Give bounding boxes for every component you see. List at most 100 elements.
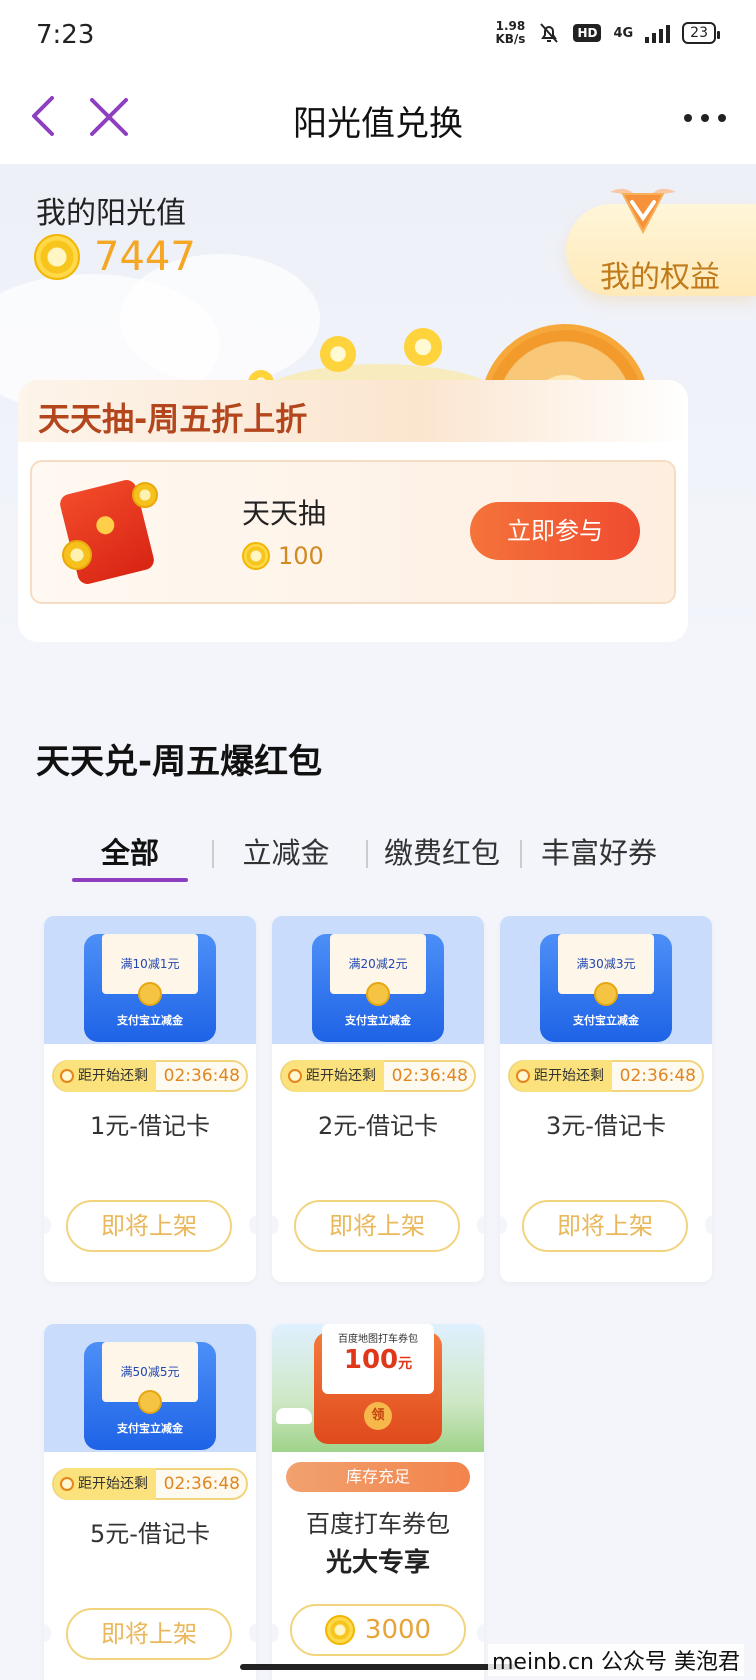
countdown-label-text: 距开始还剩	[78, 1476, 148, 1492]
countdown-label: 距开始还剩	[510, 1060, 612, 1092]
bell-off-icon	[540, 23, 559, 43]
redeem-button[interactable]: 3000	[290, 1604, 466, 1656]
tab-bill-red-packet[interactable]: 缴费红包	[372, 830, 512, 880]
daily-draw-header: 天天抽-周五折上折	[18, 380, 688, 442]
draw-cost-value: 100	[278, 542, 324, 570]
floating-coin-icon	[320, 336, 356, 372]
my-benefits-button[interactable]: 我的权益	[566, 188, 756, 296]
tab-divider	[520, 840, 522, 868]
ticket-notch	[272, 1624, 279, 1642]
clock-icon	[60, 1477, 74, 1491]
alipay-discount-label: 支付宝立减金	[117, 1422, 183, 1435]
countdown-time: 02:36:48	[163, 1474, 240, 1494]
points-balance: 7447	[34, 234, 196, 280]
nav-bar: 阳光值兑换	[0, 70, 756, 164]
coupon-art: 满10减1元 支付宝立减金	[44, 916, 256, 1044]
ticket-notch	[272, 1216, 279, 1234]
coupon-card[interactable]: 满20减2元 支付宝立减金 距开始还剩 02:36:48 2元-借记卡 即将上架	[272, 916, 484, 1282]
countdown-label: 距开始还剩	[282, 1060, 384, 1092]
countdown-label-text: 距开始还剩	[306, 1068, 376, 1084]
active-tab-indicator	[72, 878, 188, 882]
coupon-art: 满50减5元 支付宝立减金	[44, 1324, 256, 1452]
my-benefits-label: 我的权益	[600, 260, 720, 295]
coupon-name: 2元-借记卡	[318, 1112, 438, 1140]
clock-icon	[516, 1069, 530, 1083]
draw-item-name: 天天抽	[242, 497, 327, 530]
exchange-section-title: 天天兑-周五爆红包	[36, 742, 323, 782]
floating-coin-icon	[404, 328, 442, 366]
countdown-label-text: 距开始还剩	[78, 1068, 148, 1084]
countdown-time: 02:36:48	[619, 1066, 696, 1086]
coming-soon-button[interactable]: 即将上架	[522, 1200, 688, 1252]
battery-icon: 23	[682, 22, 720, 44]
status-icons: 1.98 KB/s HD 4G 23	[495, 20, 720, 46]
alipay-discount-label: 支付宝立减金	[117, 1014, 183, 1027]
coupon-name: 3元-借记卡	[546, 1112, 666, 1140]
clock-icon	[288, 1069, 302, 1083]
coupon-card[interactable]: 满50减5元 支付宝立减金 距开始还剩 02:36:48 5元-借记卡 即将上架	[44, 1324, 256, 1680]
seal-icon	[594, 982, 618, 1006]
coming-soon-button[interactable]: 即将上架	[294, 1200, 460, 1252]
network-type: 4G	[613, 25, 634, 41]
countdown-time: 02:36:48	[163, 1066, 240, 1086]
coupon-bag-note: 百度地图打车券包 100元	[322, 1324, 434, 1394]
points-value: 7447	[94, 234, 196, 280]
claim-badge: 领	[364, 1402, 392, 1430]
tab-divider	[366, 840, 368, 868]
home-indicator[interactable]	[240, 1664, 516, 1670]
points-label: 我的阳光值	[36, 196, 186, 231]
countdown-label: 距开始还剩	[54, 1468, 156, 1500]
draw-cost: 100	[242, 542, 324, 570]
sun-coin-icon	[242, 542, 270, 570]
category-tabs: 全部 立减金 缴费红包 丰富好券	[42, 830, 722, 890]
more-icon[interactable]	[680, 98, 730, 138]
countdown-badge: 距开始还剩 02:36:48	[508, 1060, 704, 1092]
ticket-notch	[705, 1216, 712, 1234]
network-speed-unit: KB/s	[495, 32, 526, 46]
ticket-notch	[500, 1216, 507, 1234]
clock-icon	[60, 1069, 74, 1083]
tab-rich-coupons[interactable]: 丰富好券	[526, 830, 672, 880]
taxi-coupon-card[interactable]: 百度地图打车券包 100元 领 库存充足 百度打车券包 光大专享 3000	[272, 1324, 484, 1680]
coupon-card[interactable]: 满30减3元 支付宝立减金 距开始还剩 02:36:48 3元-借记卡 即将上架	[500, 916, 712, 1282]
tab-divider	[212, 840, 214, 868]
ticket-notch	[249, 1624, 256, 1642]
ticket-notch	[249, 1216, 256, 1234]
coupon-name: 5元-借记卡	[90, 1520, 210, 1548]
taxi-coupon-art: 百度地图打车券包 100元 领	[272, 1324, 484, 1452]
ticket-notch	[477, 1216, 484, 1234]
coupon-card[interactable]: 满10减1元 支付宝立减金 距开始还剩 02:36:48 1元-借记卡 即将上架	[44, 916, 256, 1282]
vip-badge-icon	[610, 188, 676, 235]
coin-icon	[132, 482, 158, 508]
seal-icon	[138, 1390, 162, 1414]
coming-soon-button[interactable]: 即将上架	[66, 1200, 232, 1252]
coupon-art: 满20减2元 支付宝立减金	[272, 916, 484, 1044]
join-now-button[interactable]: 立即参与	[470, 502, 640, 560]
sun-coin-icon	[34, 234, 80, 280]
daily-draw-card[interactable]: 天天抽 100 立即参与	[30, 460, 676, 604]
coupon-bag-title: 百度地图打车券包	[338, 1334, 418, 1345]
watermark: meinb.cn 公众号 美泡君	[487, 1644, 744, 1676]
coupon-bag-amount-value: 100	[343, 1345, 399, 1375]
hd-icon: HD	[573, 24, 602, 42]
page-title: 阳光值兑换	[293, 104, 463, 144]
tab-all[interactable]: 全部	[72, 830, 188, 880]
network-speed: 1.98 KB/s	[495, 20, 525, 46]
coupon-name: 百度打车券包	[306, 1510, 450, 1538]
tab-instant-discount[interactable]: 立减金	[228, 830, 344, 880]
sun-coin-icon	[324, 1615, 355, 1645]
countdown-badge: 距开始还剩 02:36:48	[52, 1468, 248, 1500]
coupon-bag-amount: 100元	[322, 1345, 434, 1375]
seal-icon	[138, 982, 162, 1006]
countdown-label: 距开始还剩	[54, 1060, 156, 1092]
daily-draw-title: 天天抽-周五折上折	[38, 400, 308, 438]
coupon-name: 1元-借记卡	[90, 1112, 210, 1140]
alipay-discount-label: 支付宝立减金	[345, 1014, 411, 1027]
coupon-art: 满30减3元 支付宝立减金	[500, 916, 712, 1044]
ticket-notch	[44, 1624, 51, 1642]
signal-icon	[645, 23, 671, 43]
coin-icon	[62, 540, 92, 570]
coming-soon-button[interactable]: 即将上架	[66, 1608, 232, 1660]
alipay-discount-label: 支付宝立减金	[573, 1014, 639, 1027]
redeem-price: 3000	[364, 1615, 432, 1645]
